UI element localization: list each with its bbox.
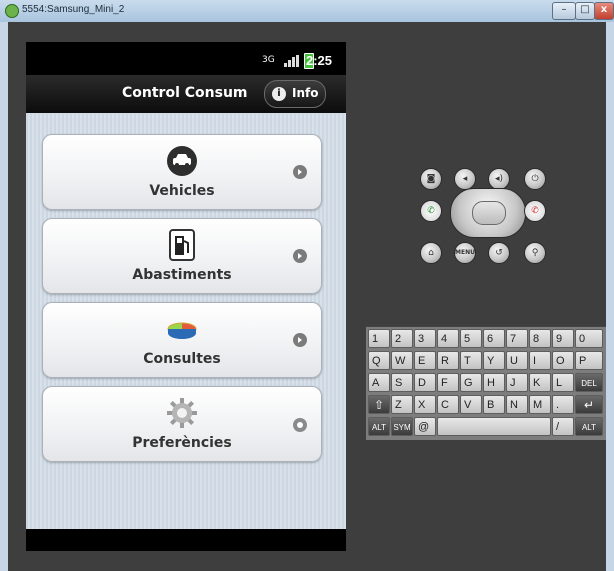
menu-item-label: Preferències [132,435,232,451]
key-c[interactable]: C [437,395,459,414]
menu-item-vehicles[interactable]: Vehicles [42,134,322,210]
key-space[interactable] [437,417,551,436]
volume-up-icon[interactable]: ◂) [488,168,510,190]
keyboard-row-4: ⇧ Z X C V B N M . ↵ [366,394,606,415]
key-d[interactable]: D [414,373,436,392]
menu-item-label: Consultes [143,351,221,367]
emulator-keyboard: 1 2 3 4 5 6 7 8 9 0 Q W E R T Y U I O P … [366,326,606,440]
key-q[interactable]: Q [368,351,390,370]
key-3[interactable]: 3 [414,329,436,348]
key-r[interactable]: R [437,351,459,370]
menu-button[interactable]: MENU [454,242,476,264]
dpad[interactable] [450,188,526,238]
key-l[interactable]: L [552,373,574,392]
key-m[interactable]: M [529,395,551,414]
fuel-pump-icon [169,229,195,261]
status-time: 2:25 [305,53,332,68]
keyboard-row-2: Q W E R T Y U I O P [366,350,606,371]
key-n[interactable]: N [506,395,528,414]
key-u[interactable]: U [506,351,528,370]
key-y[interactable]: Y [483,351,505,370]
maximize-button[interactable]: □ [575,2,595,20]
key-7[interactable]: 7 [506,329,528,348]
chevron-right-icon [293,333,307,347]
window-border-right [606,22,614,571]
key-2[interactable]: 2 [391,329,413,348]
menu-item-preferencies[interactable]: Preferències [42,386,322,462]
key-t[interactable]: T [460,351,482,370]
key-1[interactable]: 1 [368,329,390,348]
key-enter[interactable]: ↵ [575,395,603,414]
key-b[interactable]: B [483,395,505,414]
key-0[interactable]: 0 [575,329,603,348]
key-z[interactable]: Z [391,395,413,414]
chevron-right-icon [293,165,307,179]
signal-icon [284,55,299,67]
key-delete[interactable]: DEL [575,373,603,392]
key-w[interactable]: W [391,351,413,370]
keyboard-row-3: A S D F G H J K L DEL [366,372,606,393]
key-9[interactable]: 9 [552,329,574,348]
menu-item-label: Abastiments [132,267,232,283]
key-j[interactable]: J [506,373,528,392]
info-label: Info [292,86,319,100]
main-menu: Vehicles Abastiments Consultes Preferènc… [26,113,346,529]
emulator-app-icon [5,4,19,18]
key-4[interactable]: 4 [437,329,459,348]
key-v[interactable]: V [460,395,482,414]
key-alt-left[interactable]: ALT [368,417,390,436]
info-button[interactable]: i Info [264,80,326,108]
keyboard-row-5: ALT SYM @ / ALT [366,416,606,437]
key-h[interactable]: H [483,373,505,392]
home-icon[interactable]: ⌂ [420,242,442,264]
key-o[interactable]: O [552,351,574,370]
key-f[interactable]: F [437,373,459,392]
settings-gear-icon [293,418,307,432]
search-icon[interactable]: ⚲ [524,242,546,264]
window-title: 5554:Samsung_Mini_2 [22,4,125,15]
call-icon[interactable]: ✆ [420,200,442,222]
info-icon: i [272,87,286,101]
key-i[interactable]: I [529,351,551,370]
minimize-button[interactable]: – [552,2,576,20]
key-s[interactable]: S [391,373,413,392]
key-e[interactable]: E [414,351,436,370]
camera-icon[interactable]: ◙ [420,168,442,190]
keyboard-row-1: 1 2 3 4 5 6 7 8 9 0 [366,328,606,349]
key-sym[interactable]: SYM [391,417,413,436]
key-g[interactable]: G [460,373,482,392]
key-x[interactable]: X [414,395,436,414]
key-8[interactable]: 8 [529,329,551,348]
key-period[interactable]: . [552,395,574,414]
key-a[interactable]: A [368,373,390,392]
window-titlebar: 5554:Samsung_Mini_2 – □ x [0,0,614,23]
key-k[interactable]: K [529,373,551,392]
key-shift[interactable]: ⇧ [368,395,390,414]
back-icon[interactable]: ↺ [488,242,510,264]
key-alt-right[interactable]: ALT [575,417,603,436]
volume-down-icon[interactable]: ◂ [454,168,476,190]
power-icon[interactable]: ⏻ [524,168,546,190]
window-border-left [0,22,8,571]
action-bar: Control Consum i Info [26,75,346,114]
menu-item-abastiments[interactable]: Abastiments [42,218,322,294]
key-6[interactable]: 6 [483,329,505,348]
network-indicator: 3G [262,55,275,65]
key-slash[interactable]: / [552,417,574,436]
gear-icon [167,398,197,428]
close-button[interactable]: x [594,2,614,20]
menu-item-consultes[interactable]: Consultes [42,302,322,378]
key-5[interactable]: 5 [460,329,482,348]
menu-item-label: Vehicles [149,183,215,199]
key-p[interactable]: P [575,351,603,370]
status-bar: 3G 2:25 [26,47,346,75]
end-call-icon[interactable]: ✆ [524,200,546,222]
app-title: Control Consum [122,85,248,101]
chevron-right-icon [293,249,307,263]
key-at[interactable]: @ [414,417,436,436]
car-icon [167,146,197,176]
dpad-center-button[interactable] [472,201,506,225]
pie-chart-icon [167,322,197,339]
emulator-controls: ◙ ◂ ◂) ⏻ ✆ ✆ ⌂ MENU ↺ ⚲ [372,162,572,282]
